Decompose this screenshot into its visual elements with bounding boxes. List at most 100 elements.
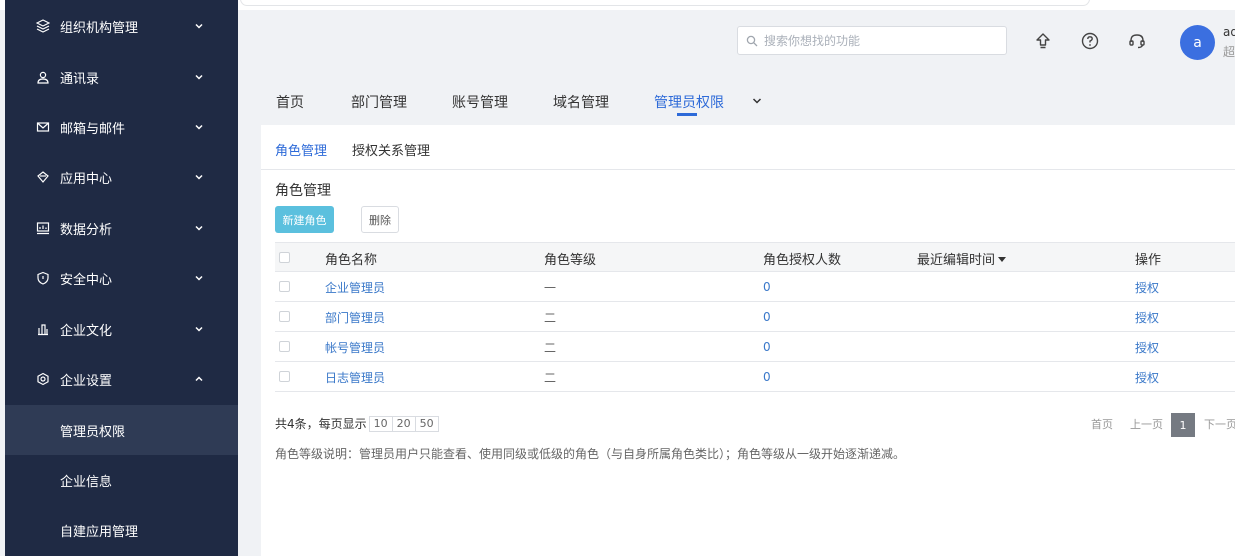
search-input[interactable] bbox=[764, 31, 1000, 51]
org-icon bbox=[36, 19, 50, 33]
shield-icon bbox=[37, 271, 49, 285]
sub-tabs: 角色管理 授权关系管理 bbox=[261, 125, 1235, 170]
row-checkbox[interactable] bbox=[279, 341, 290, 352]
role-name-link[interactable]: 企业管理员 bbox=[325, 272, 385, 302]
chevron-down-icon bbox=[195, 225, 203, 231]
sidebar-item-settings[interactable]: 企业设置 bbox=[5, 354, 238, 404]
first-page-button[interactable]: 首页 bbox=[1091, 413, 1113, 437]
next-page-button[interactable]: 下一页 bbox=[1204, 413, 1235, 437]
sidebar-subitem-admin-permissions[interactable]: 管理员权限 bbox=[5, 405, 238, 455]
sidebar-item-label: 企业文化 bbox=[60, 323, 113, 339]
subtab-role-management[interactable]: 角色管理 bbox=[275, 140, 327, 159]
sidebar-item-security[interactable]: 安全中心 bbox=[5, 253, 238, 303]
sort-caret-icon bbox=[998, 257, 1007, 262]
sidebar-item-culture[interactable]: 企业文化 bbox=[5, 304, 238, 354]
row-checkbox[interactable] bbox=[279, 311, 290, 322]
sidebar-subitem-custom-apps[interactable]: 自建应用管理 bbox=[5, 505, 238, 555]
sidebar-item-label: 邮箱与邮件 bbox=[60, 121, 126, 137]
culture-icon bbox=[38, 324, 48, 336]
avatar[interactable]: a bbox=[1180, 25, 1215, 60]
column-header: 角色授权人数 bbox=[763, 252, 842, 268]
contacts-icon bbox=[37, 71, 49, 84]
sidebar-item-label: 数据分析 bbox=[60, 222, 113, 238]
new-role-button[interactable]: 新建角色 bbox=[275, 206, 334, 233]
column-header: 角色等级 bbox=[544, 252, 597, 268]
chevron-down-icon bbox=[195, 23, 203, 29]
chevron-up-icon bbox=[195, 376, 203, 382]
sidebar-item-label: 安全中心 bbox=[60, 272, 113, 288]
chevron-down-icon bbox=[195, 124, 203, 130]
top-header: a ad 超 bbox=[238, 10, 1235, 70]
authorize-link[interactable]: 授权 bbox=[1135, 272, 1159, 302]
help-icon[interactable] bbox=[1081, 32, 1099, 50]
tab-admin-permissions[interactable]: 管理员权限 bbox=[654, 92, 724, 112]
chevron-down-icon bbox=[195, 74, 203, 80]
address-bar-remnant bbox=[240, 0, 1090, 6]
select-all-checkbox[interactable] bbox=[279, 252, 290, 263]
row-checkbox[interactable] bbox=[279, 281, 290, 292]
user-role: 超 bbox=[1223, 45, 1235, 59]
headset-icon[interactable] bbox=[1128, 32, 1146, 50]
sidebar-subitem-label: 企业信息 bbox=[60, 474, 113, 490]
chevron-down-icon bbox=[195, 275, 203, 281]
sidebar-subitem-label: 管理员权限 bbox=[60, 424, 126, 440]
role-count-link[interactable]: 0 bbox=[763, 302, 771, 332]
role-level: 二 bbox=[544, 310, 557, 325]
column-header: 操作 bbox=[1135, 252, 1162, 268]
role-count-link[interactable]: 0 bbox=[763, 272, 771, 302]
sidebar-item-mail[interactable]: 邮箱与邮件 bbox=[5, 102, 238, 152]
tab-domains[interactable]: 域名管理 bbox=[553, 92, 609, 112]
row-checkbox[interactable] bbox=[279, 371, 290, 382]
settings-icon bbox=[37, 372, 49, 386]
tab-accounts[interactable]: 账号管理 bbox=[452, 92, 508, 112]
sidebar-item-analytics[interactable]: 数据分析 bbox=[5, 203, 238, 253]
sidebar-item-apps[interactable]: 应用中心 bbox=[5, 152, 238, 202]
prev-page-button[interactable]: 上一页 bbox=[1130, 413, 1163, 437]
sortable-column-header[interactable]: 最近编辑时间 bbox=[917, 243, 1007, 273]
chevron-down-icon bbox=[195, 174, 203, 180]
current-page-button[interactable]: 1 bbox=[1171, 413, 1195, 437]
chevron-down-icon bbox=[195, 326, 203, 332]
sidebar-item-org[interactable]: 组织机构管理 bbox=[5, 1, 238, 51]
table-row: 企业管理员 一 0 授权 bbox=[275, 272, 1235, 302]
content-panel: 角色管理 授权关系管理 角色管理 新建角色 删除 角色名称 角色等级 角色授权人… bbox=[261, 125, 1235, 556]
section-title: 角色管理 bbox=[275, 183, 331, 199]
column-header-label: 最近编辑时间 bbox=[917, 252, 996, 268]
subtab-authorization-relations[interactable]: 授权关系管理 bbox=[352, 140, 430, 159]
tab-department[interactable]: 部门管理 bbox=[351, 92, 407, 112]
analytics-icon bbox=[36, 222, 50, 235]
main-tabs: 首页 部门管理 账号管理 域名管理 管理员权限 bbox=[238, 70, 1235, 125]
role-name-link[interactable]: 部门管理员 bbox=[325, 302, 385, 332]
role-name-link[interactable]: 帐号管理员 bbox=[325, 332, 385, 362]
delete-button[interactable]: 删除 bbox=[361, 206, 399, 233]
admin-console: 组织机构管理 通讯录 邮箱与邮件 应用中心 数据分析 安全中心 企业文化 企业设… bbox=[0, 0, 1235, 556]
search-icon bbox=[746, 35, 758, 47]
sidebar-item-label: 组织机构管理 bbox=[60, 20, 139, 36]
role-name-link[interactable]: 日志管理员 bbox=[325, 362, 385, 392]
mail-icon bbox=[36, 122, 50, 132]
table-header: 角色名称 角色等级 角色授权人数 最近编辑时间 操作 bbox=[275, 242, 1235, 272]
column-header: 角色名称 bbox=[325, 252, 378, 268]
role-count-link[interactable]: 0 bbox=[763, 362, 771, 392]
table-row: 帐号管理员 二 0 授权 bbox=[275, 332, 1235, 362]
role-level: 二 bbox=[544, 370, 557, 385]
search-box bbox=[737, 26, 1007, 55]
user-name[interactable]: ad bbox=[1223, 25, 1235, 39]
authorize-link[interactable]: 授权 bbox=[1135, 302, 1159, 332]
sidebar: 组织机构管理 通讯录 邮箱与邮件 应用中心 数据分析 安全中心 企业文化 企业设… bbox=[5, 0, 238, 556]
apps-icon bbox=[37, 171, 49, 183]
sidebar-item-contacts[interactable]: 通讯录 bbox=[5, 52, 238, 102]
sidebar-item-label: 通讯录 bbox=[60, 71, 100, 87]
authorize-link[interactable]: 授权 bbox=[1135, 332, 1159, 362]
role-count-link[interactable]: 0 bbox=[763, 332, 771, 362]
authorize-link[interactable]: 授权 bbox=[1135, 362, 1159, 392]
sidebar-subitem-company-info[interactable]: 企业信息 bbox=[5, 455, 238, 505]
tab-home[interactable]: 首页 bbox=[276, 92, 304, 112]
sidebar-item-label: 应用中心 bbox=[60, 171, 113, 187]
upload-icon[interactable] bbox=[1034, 32, 1052, 50]
chevron-down-icon[interactable] bbox=[751, 95, 763, 107]
role-level: 一 bbox=[544, 280, 557, 295]
sidebar-subitem-label: 自建应用管理 bbox=[60, 524, 139, 540]
table-row: 日志管理员 二 0 授权 bbox=[275, 362, 1235, 392]
role-level-note: 角色等级说明：管理员用户只能查看、使用同级或低级的角色（与自身所属角色类比）；角… bbox=[275, 447, 906, 461]
